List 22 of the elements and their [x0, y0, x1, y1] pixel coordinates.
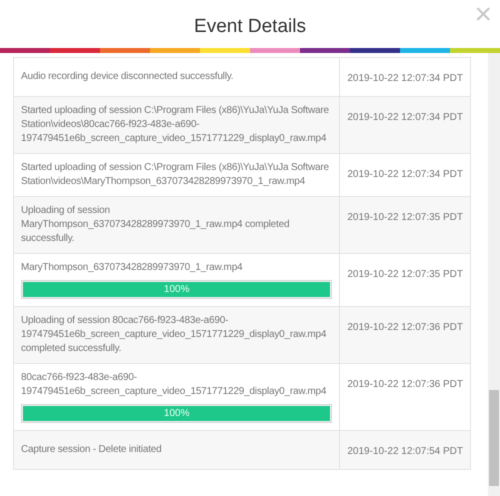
- event-time: 2019-10-22 12:07:34 PDT: [347, 169, 463, 180]
- event-time: 2019-10-22 12:07:36 PDT: [347, 379, 463, 390]
- event-message: Audio recording device disconnected successfully.: [21, 70, 234, 84]
- dialog-title: Event Details: [194, 14, 306, 39]
- event-message: 80cac766-f923-483e-a690-197479451e6b_screen_capture_video_1571771229_display0_raw.mp4: [21, 371, 328, 399]
- event-message: Uploading of session MaryThompson_637073428289973970_1_raw.mp4 completed successfully.: [21, 204, 290, 246]
- event-time: 2019-10-22 12:07:35 PDT: [347, 212, 463, 223]
- event-time: 2019-10-22 12:07:35 PDT: [347, 269, 463, 280]
- event-time: 2019-10-22 12:07:54 PDT: [347, 446, 463, 457]
- event-message: Started uploading of session C:\Program Files (x86)\YuJa\YuJa Software Station\videos\80cac766-f923-483e-a690-197479451e6b_screen_capture_video_1571771229_display0_raw.mp4: [21, 104, 330, 146]
- event-time: 2019-10-22 12:07:36 PDT: [347, 322, 463, 333]
- scrollbar-thumb[interactable]: [489, 390, 499, 486]
- scrollbar[interactable]: [488, 53, 500, 496]
- progress-label: 100%: [162, 407, 190, 421]
- close-button[interactable]: ×: [474, 0, 492, 30]
- event-message: MaryThompson_637073428289973970_1_raw.mp4: [21, 261, 244, 275]
- event-message: Capture session - Delete initiated: [21, 443, 162, 457]
- event-message: Uploading of session 80cac766-f923-483e-a690-197479451e6b_screen_capture_video_1571771229_display0_raw.mp4 completed successfully.: [21, 314, 328, 356]
- event-message: Started uploading of session C:\Program Files (x86)\YuJa\YuJa Software Station\videos\MaryThompson_637073428289973970_1_raw.mp4: [21, 161, 330, 189]
- event-time: 2019-10-22 12:07:34 PDT: [347, 112, 463, 123]
- progress-label: 100%: [162, 283, 190, 297]
- event-time: 2019-10-22 12:07:34 PDT: [347, 73, 463, 84]
